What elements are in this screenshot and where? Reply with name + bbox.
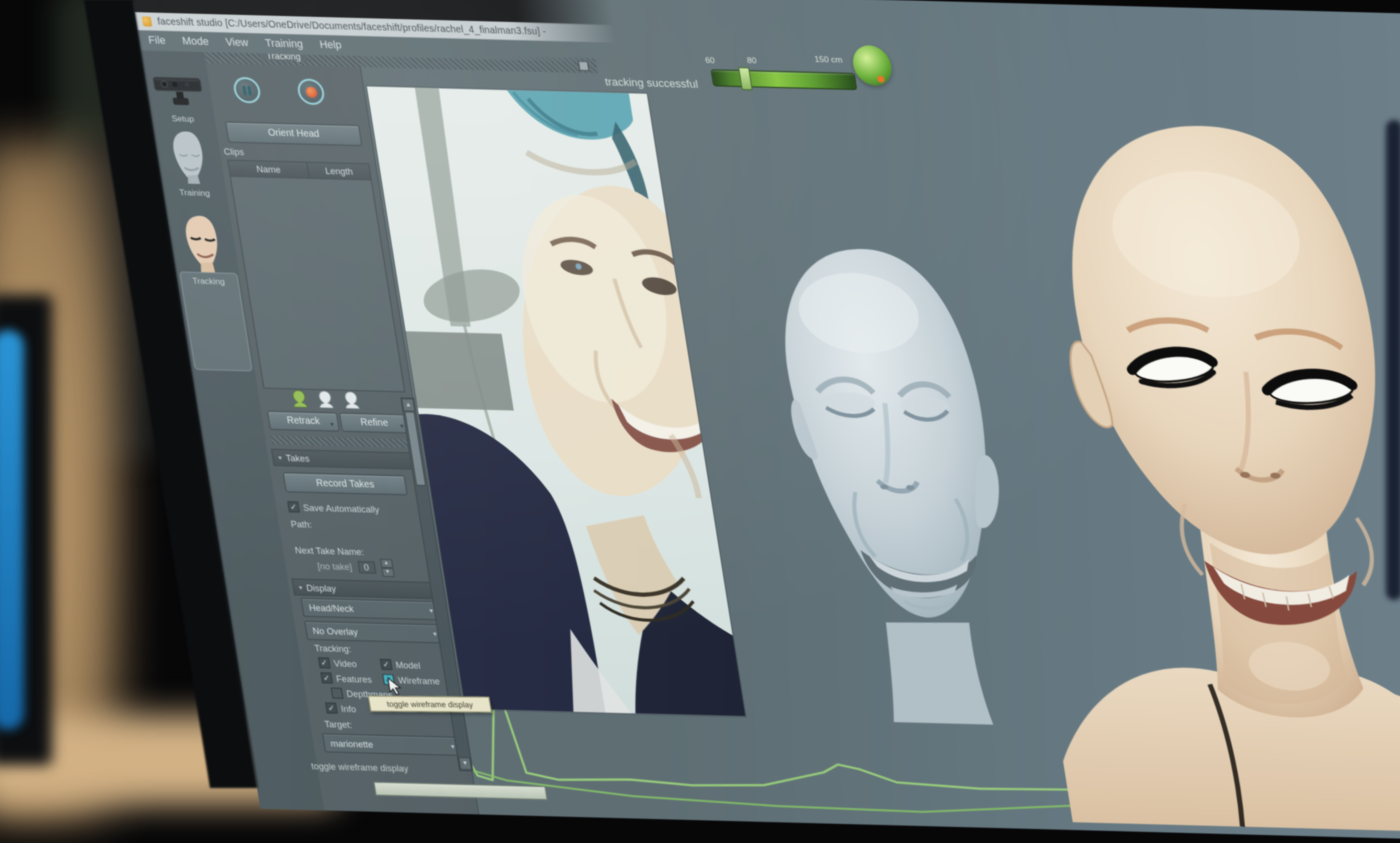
- model-label: Model: [395, 660, 421, 671]
- collapse-triangle-icon: ▾: [278, 454, 283, 462]
- white-head-icon: [341, 391, 361, 410]
- info-checkbox-row[interactable]: ✓ Info: [325, 702, 357, 714]
- column-name[interactable]: Name: [228, 161, 309, 178]
- depthmaps-checkbox[interactable]: [331, 688, 344, 699]
- save-automatically-label: Save Automatically: [302, 502, 380, 514]
- record-takes-label: Record Takes: [315, 478, 375, 491]
- tracking-thumbnail[interactable]: [176, 213, 229, 272]
- tick-150cm: 150 cm: [814, 54, 843, 65]
- rail-item-setup[interactable]: Setup: [150, 113, 216, 125]
- features-checkbox-row[interactable]: ✓ Features: [320, 672, 372, 684]
- pause-icon: [242, 86, 251, 95]
- refine-button[interactable]: Refine▾: [339, 413, 410, 434]
- orient-head-button[interactable]: Orient Head: [225, 122, 362, 147]
- wireframe-tooltip: toggle wireframe display: [368, 696, 492, 713]
- dropdown-arrow-icon: ▾: [330, 420, 335, 428]
- video-checkbox-row[interactable]: ✓ Video: [318, 657, 358, 669]
- menu-training[interactable]: Training: [264, 38, 303, 51]
- menu-help[interactable]: Help: [319, 39, 343, 52]
- photo-of-monitor: { "window": { "title": "faceshift studio…: [0, 0, 1400, 788]
- record-takes-button[interactable]: Record Takes: [283, 472, 408, 495]
- head-neck-dropdown[interactable]: Head/Neck▾: [301, 598, 440, 621]
- take-number-field[interactable]: 0: [357, 561, 376, 573]
- column-length[interactable]: Length: [307, 163, 370, 180]
- monitor-screen: faceshift studio [C:/Users/OneDrive/Docu…: [129, 0, 1400, 843]
- menu-mode[interactable]: Mode: [181, 35, 209, 48]
- features-label: Features: [335, 673, 372, 684]
- tracking-options-label: Tracking:: [314, 643, 352, 654]
- orientation-dot: [877, 75, 885, 82]
- target-dropdown[interactable]: marionette▾: [322, 733, 461, 756]
- rail-item-training[interactable]: Training: [162, 187, 228, 199]
- orient-head-label: Orient Head: [267, 128, 320, 140]
- next-take-row: [no take] 0 ▲▼: [316, 557, 394, 577]
- distance-slider-bar[interactable]: [711, 69, 858, 90]
- model-checkbox[interactable]: ✓: [380, 659, 393, 670]
- tracking-status-text: tracking successful: [604, 76, 699, 90]
- next-take-name-label: Next Take Name:: [294, 546, 364, 558]
- spin-up-icon[interactable]: ▲: [379, 559, 392, 568]
- dock-float-icon[interactable]: [578, 61, 590, 71]
- retrack-label: Retrack: [286, 415, 320, 427]
- target-label: Target:: [324, 719, 353, 730]
- kinect-camera-image: [149, 67, 208, 111]
- menu-view[interactable]: View: [225, 37, 249, 50]
- retrack-head-icons: [289, 389, 361, 409]
- clips-label: Clips: [223, 147, 245, 158]
- refine-label: Refine: [360, 417, 389, 429]
- takes-header-label: Takes: [285, 453, 310, 464]
- features-checkbox[interactable]: ✓: [320, 672, 333, 683]
- retrack-button[interactable]: Retrack ▾: [267, 411, 340, 432]
- white-head-icon: [315, 390, 335, 409]
- scroll-up-icon[interactable]: ▲: [401, 398, 415, 411]
- overlay-dropdown[interactable]: No Overlay▾: [304, 621, 443, 644]
- menu-file[interactable]: File: [148, 35, 167, 47]
- wireframe-label: Wireframe: [397, 675, 440, 686]
- record-icon: [305, 86, 318, 97]
- faceshift-app-icon: [142, 16, 153, 26]
- collapse-triangle-icon: ▾: [298, 583, 303, 591]
- tick-60: 60: [704, 55, 715, 65]
- take-value: [no take]: [317, 561, 353, 572]
- spin-down-icon[interactable]: ▼: [381, 568, 394, 577]
- head-neck-value: Head/Neck: [308, 602, 354, 613]
- green-head-icon: [289, 389, 309, 408]
- monitor-right-bezel: [1386, 120, 1400, 600]
- clips-table-header: Name Length: [228, 161, 370, 181]
- display-header-label: Display: [306, 582, 337, 593]
- video-checkbox[interactable]: ✓: [318, 657, 331, 668]
- info-label: Info: [340, 703, 357, 713]
- training-thumbnail[interactable]: [165, 129, 214, 184]
- tick-80: 80: [746, 55, 757, 65]
- overlay-value: No Overlay: [312, 626, 359, 637]
- tooltip-text: toggle wireframe display: [386, 699, 474, 709]
- path-label: Path:: [290, 519, 313, 530]
- save-automatically-checkbox[interactable]: ✓: [287, 501, 300, 512]
- rail-item-tracking[interactable]: Tracking: [176, 275, 242, 287]
- target-value: marionette: [330, 738, 374, 749]
- head-distance-ball-indicator: [850, 45, 894, 86]
- model-checkbox-row[interactable]: ✓ Model: [380, 659, 421, 671]
- video-label: Video: [333, 658, 357, 669]
- info-checkbox[interactable]: ✓: [325, 702, 338, 713]
- scroll-down-icon[interactable]: ▼: [458, 757, 472, 770]
- second-monitor-screen: [0, 330, 24, 730]
